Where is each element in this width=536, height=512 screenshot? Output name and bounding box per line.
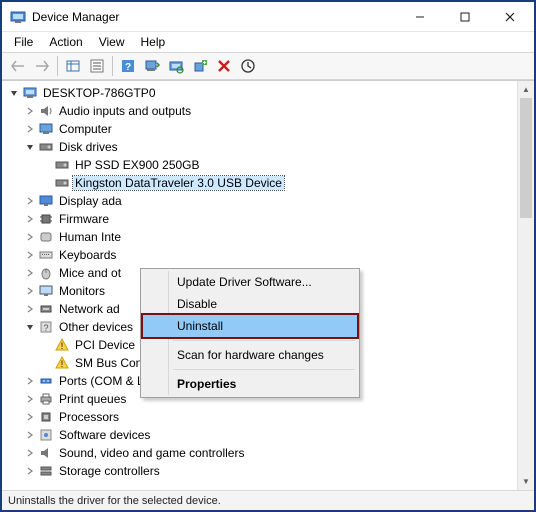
svg-text:?: ? xyxy=(125,62,131,73)
cm-uninstall[interactable]: Uninstall xyxy=(143,315,357,337)
minimize-button[interactable] xyxy=(397,3,442,31)
tree-category-display[interactable]: Display ada xyxy=(5,192,517,210)
sound-icon xyxy=(38,445,54,461)
context-menu-separator xyxy=(173,340,355,341)
chevron-right-icon[interactable] xyxy=(23,410,37,424)
chevron-down-icon[interactable] xyxy=(23,320,37,334)
chevron-right-icon[interactable] xyxy=(23,428,37,442)
title-bar: Device Manager xyxy=(2,2,534,32)
chip-icon xyxy=(38,211,54,227)
keyboard-icon xyxy=(38,247,54,263)
chevron-right-icon[interactable] xyxy=(23,266,37,280)
other-icon: ? xyxy=(38,319,54,335)
computer-icon xyxy=(22,85,38,101)
root-label: DESKTOP-786GTP0 xyxy=(41,86,158,100)
chevron-right-icon[interactable] xyxy=(23,104,37,118)
svg-text:?: ? xyxy=(43,323,48,333)
forward-button[interactable] xyxy=(31,55,53,77)
context-menu-separator xyxy=(173,369,355,370)
disk-icon xyxy=(54,175,70,191)
scroll-thumb[interactable] xyxy=(520,98,532,218)
add-legacy-button[interactable] xyxy=(189,55,211,77)
back-button[interactable] xyxy=(7,55,29,77)
status-bar: Uninstalls the driver for the selected d… xyxy=(2,490,534,510)
properties-button[interactable] xyxy=(86,55,108,77)
hid-icon xyxy=(38,229,54,245)
chevron-right-icon[interactable] xyxy=(23,392,37,406)
tree-root[interactable]: DESKTOP-786GTP0 xyxy=(5,84,517,102)
tree-category-processors[interactable]: Processors xyxy=(5,408,517,426)
cm-scan-hardware[interactable]: Scan for hardware changes xyxy=(143,344,357,366)
toolbar-separator xyxy=(112,56,113,76)
cm-update-driver[interactable]: Update Driver Software... xyxy=(143,271,357,293)
chevron-right-icon[interactable] xyxy=(23,212,37,226)
tree-category-computer[interactable]: Computer xyxy=(5,120,517,138)
chevron-right-icon[interactable] xyxy=(23,122,37,136)
status-text: Uninstalls the driver for the selected d… xyxy=(8,495,221,507)
chevron-right-icon[interactable] xyxy=(23,302,37,316)
tree-item-kingston-usb[interactable]: Kingston DataTraveler 3.0 USB Device xyxy=(5,174,517,192)
storage-icon xyxy=(38,463,54,479)
tree-category-sound[interactable]: Sound, video and game controllers xyxy=(5,444,517,462)
close-button[interactable] xyxy=(487,3,532,31)
chevron-right-icon[interactable] xyxy=(23,230,37,244)
chevron-right-icon[interactable] xyxy=(23,374,37,388)
chevron-right-icon[interactable] xyxy=(23,464,37,478)
menu-file[interactable]: File xyxy=(6,33,41,51)
cpu-icon xyxy=(38,409,54,425)
tree-item-hp-ssd[interactable]: HP SSD EX900 250GB xyxy=(5,156,517,174)
network-icon xyxy=(38,301,54,317)
toolbar-separator xyxy=(57,56,58,76)
scan-hardware-button[interactable] xyxy=(237,55,259,77)
chevron-right-icon[interactable] xyxy=(23,284,37,298)
tree-category-disk-drives[interactable]: Disk drives xyxy=(5,138,517,156)
disk-icon xyxy=(38,139,54,155)
svg-text:!: ! xyxy=(61,341,64,351)
context-menu: Update Driver Software... Disable Uninst… xyxy=(140,268,360,398)
mouse-icon xyxy=(38,265,54,281)
chevron-down-icon[interactable] xyxy=(7,86,21,100)
tree-category-storage[interactable]: Storage controllers xyxy=(5,462,517,480)
port-icon xyxy=(38,373,54,389)
tree-category-keyboards[interactable]: Keyboards xyxy=(5,246,517,264)
software-icon xyxy=(38,427,54,443)
app-icon xyxy=(10,9,26,25)
audio-icon xyxy=(38,103,54,119)
scan-button[interactable] xyxy=(165,55,187,77)
scroll-up-arrow[interactable]: ▲ xyxy=(518,81,534,98)
tree-container: DESKTOP-786GTP0 Audio inputs and outputs… xyxy=(2,80,534,490)
scroll-down-arrow[interactable]: ▼ xyxy=(518,473,534,490)
cm-properties[interactable]: Properties xyxy=(143,373,357,395)
disk-icon xyxy=(54,157,70,173)
menu-action[interactable]: Action xyxy=(41,33,90,51)
computer-icon xyxy=(38,121,54,137)
vertical-scrollbar[interactable]: ▲ ▼ xyxy=(517,81,534,490)
warning-icon: ! xyxy=(54,337,70,353)
tree-category-firmware[interactable]: Firmware xyxy=(5,210,517,228)
monitor-icon xyxy=(38,283,54,299)
cm-disable[interactable]: Disable xyxy=(143,293,357,315)
device-manager-window: Device Manager File Action View Help ? xyxy=(0,0,536,512)
svg-text:!: ! xyxy=(61,359,64,369)
chevron-right-icon[interactable] xyxy=(23,248,37,262)
chevron-right-icon[interactable] xyxy=(23,194,37,208)
uninstall-button[interactable] xyxy=(213,55,235,77)
update-driver-button[interactable] xyxy=(141,55,163,77)
tree-category-hid[interactable]: Human Inte xyxy=(5,228,517,246)
chevron-right-icon[interactable] xyxy=(23,446,37,460)
show-hidden-button[interactable] xyxy=(62,55,84,77)
menu-bar: File Action View Help xyxy=(2,32,534,52)
toolbar: ? xyxy=(2,52,534,80)
window-title: Device Manager xyxy=(32,10,397,24)
printer-icon xyxy=(38,391,54,407)
tree-category-audio[interactable]: Audio inputs and outputs xyxy=(5,102,517,120)
chevron-down-icon[interactable] xyxy=(23,140,37,154)
help-button[interactable]: ? xyxy=(117,55,139,77)
warning-icon: ! xyxy=(54,355,70,371)
display-icon xyxy=(38,193,54,209)
menu-view[interactable]: View xyxy=(91,33,133,51)
maximize-button[interactable] xyxy=(442,3,487,31)
tree-category-software-devices[interactable]: Software devices xyxy=(5,426,517,444)
menu-help[interactable]: Help xyxy=(133,33,174,51)
